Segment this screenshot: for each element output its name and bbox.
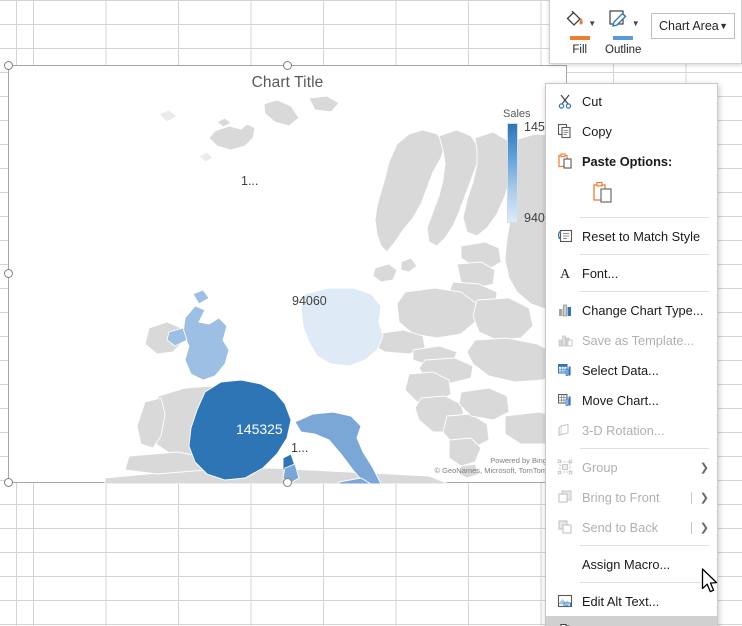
svg-text:A: A [560,267,571,281]
menu-item-move-chart[interactable]: Move Chart... [546,385,717,415]
resize-handle-bottom-left[interactable] [4,478,13,487]
map-label-germany: 94060 [292,294,327,308]
bring-front-icon [548,489,582,505]
resize-handle-bottom-center[interactable] [283,478,292,487]
menu-item-format-chart-area[interactable]: Format Chart Area... [546,616,717,626]
menu-separator-1 [580,217,709,218]
menu-separator-4 [580,448,709,449]
scissors-icon [548,93,582,109]
chart-type-icon [548,302,582,318]
map-data-regions [166,287,384,484]
reset-style-icon [548,228,582,244]
menu-item-font[interactable]: A Font... [546,258,717,288]
map-region-uk-scotland-isles [192,289,210,305]
outline-pen-icon [607,8,629,35]
menu-item-assign-macro[interactable]: Assign Macro... [546,549,717,579]
menu-item-save-as-template-label: Save as Template... [582,332,695,348]
map-attribution: Powered by Bing © GeoNames, Microsoft, T… [435,456,548,476]
save-template-icon [548,332,582,348]
menu-item-font-label: Font... [582,265,619,281]
chevron-right-icon: ❯ [699,461,709,474]
outline-button[interactable]: ▼ Outline [601,3,644,56]
resize-handle-middle-left[interactable] [4,269,13,278]
map-label-italy: 1... [291,441,309,455]
outline-label: Outline [605,44,642,56]
attribution-powered-by: Powered by Bing [490,455,547,465]
menu-item-edit-alt-text-label: Edit Alt Text... [582,593,660,609]
menu-item-move-chart-label: Move Chart... [582,392,659,408]
paste-clipboard-icon[interactable] [592,181,614,210]
map-label-united-kingdom: 1... [241,174,259,188]
menu-item-bring-to-front: Bring to Front ❯ [546,482,717,512]
attribution-sources: © GeoNames, Microsoft, TomTom [434,465,548,475]
chevron-right-icon: ❯ [690,521,709,534]
chart-element-dropdown[interactable]: Chart Area ▼ [650,13,735,39]
menu-item-cut[interactable]: Cut [546,86,717,116]
chevron-right-icon: ❯ [690,491,709,504]
resize-handle-top-left[interactable] [4,61,13,70]
menu-separator-5 [580,545,709,546]
alt-text-icon [548,593,582,609]
fill-label: Fill [572,44,588,56]
europe-map-svg [104,96,568,484]
menu-item-3d-rotation: 3-D Rotation... [546,415,717,445]
menu-item-send-to-back: Send to Back ❯ [546,512,717,542]
rotation-icon [548,422,582,438]
outline-dropdown-caret-icon[interactable]: ▼ [632,20,640,28]
fill-dropdown-caret-icon[interactable]: ▼ [588,20,596,28]
menu-item-cut-label: Cut [582,93,602,109]
mini-toolbar[interactable]: ▼ Fill ▼ Outline Chart Area ▼ [549,0,742,64]
chart-object[interactable]: Chart Title 1... 94060 145325 1... Sales… [8,65,568,484]
clipboard-icon [548,153,582,169]
menu-item-select-data-label: Select Data... [582,362,659,378]
menu-separator-2 [580,254,709,255]
mouse-cursor [701,568,721,601]
chevron-down-icon[interactable]: ▼ [719,21,728,31]
font-icon: A [548,265,582,281]
menu-item-assign-macro-label: Assign Macro... [582,556,671,572]
menu-item-paste-options: Paste Options: [546,146,717,176]
map-plot-area[interactable]: 1... 94060 145325 1... [9,96,568,484]
menu-item-reset-to-match-style-label: Reset to Match Style [582,228,701,244]
legend-gradient-bar [507,123,518,223]
chart-element-selected-value: Chart Area [658,19,719,33]
menu-item-bring-to-front-label: Bring to Front [582,489,660,505]
menu-item-3d-rotation-label: 3-D Rotation... [582,422,665,438]
move-chart-icon [548,392,582,408]
fill-button[interactable]: ▼ Fill [558,3,601,56]
menu-item-change-chart-type[interactable]: Change Chart Type... [546,295,717,325]
select-data-icon [548,362,582,378]
menu-item-send-to-back-label: Send to Back [582,519,659,535]
menu-item-group-label: Group [582,459,618,475]
menu-item-edit-alt-text[interactable]: Edit Alt Text... [546,586,717,616]
menu-item-save-as-template: Save as Template... [546,325,717,355]
excel-worksheet-canvas: Chart Title 1... 94060 145325 1... Sales… [0,0,742,626]
menu-item-copy[interactable]: Copy [546,116,717,146]
context-menu[interactable]: Cut Copy Paste Options: Reset to Match S… [545,83,718,626]
menu-item-change-chart-type-label: Change Chart Type... [582,302,704,318]
map-region-united-kingdom [182,305,230,381]
fill-color-swatch [569,36,590,40]
menu-item-copy-label: Copy [582,123,612,139]
menu-separator-6 [580,582,709,583]
send-back-icon [548,519,582,535]
copy-icon [548,123,582,139]
menu-item-paste-options-label: Paste Options: [582,153,673,169]
menu-item-select-data[interactable]: Select Data... [546,355,717,385]
map-label-france: 145325 [236,421,283,437]
menu-separator-3 [580,291,709,292]
group-icon [548,459,582,475]
fill-bucket-icon [563,8,585,35]
menu-item-group: Group ❯ [546,452,717,482]
paste-option-keep-source[interactable] [546,176,717,214]
menu-item-reset-to-match-style[interactable]: Reset to Match Style [546,221,717,251]
resize-handle-top-center[interactable] [283,61,292,70]
chart-title[interactable]: Chart Title [9,74,566,92]
outline-color-swatch [613,36,634,40]
